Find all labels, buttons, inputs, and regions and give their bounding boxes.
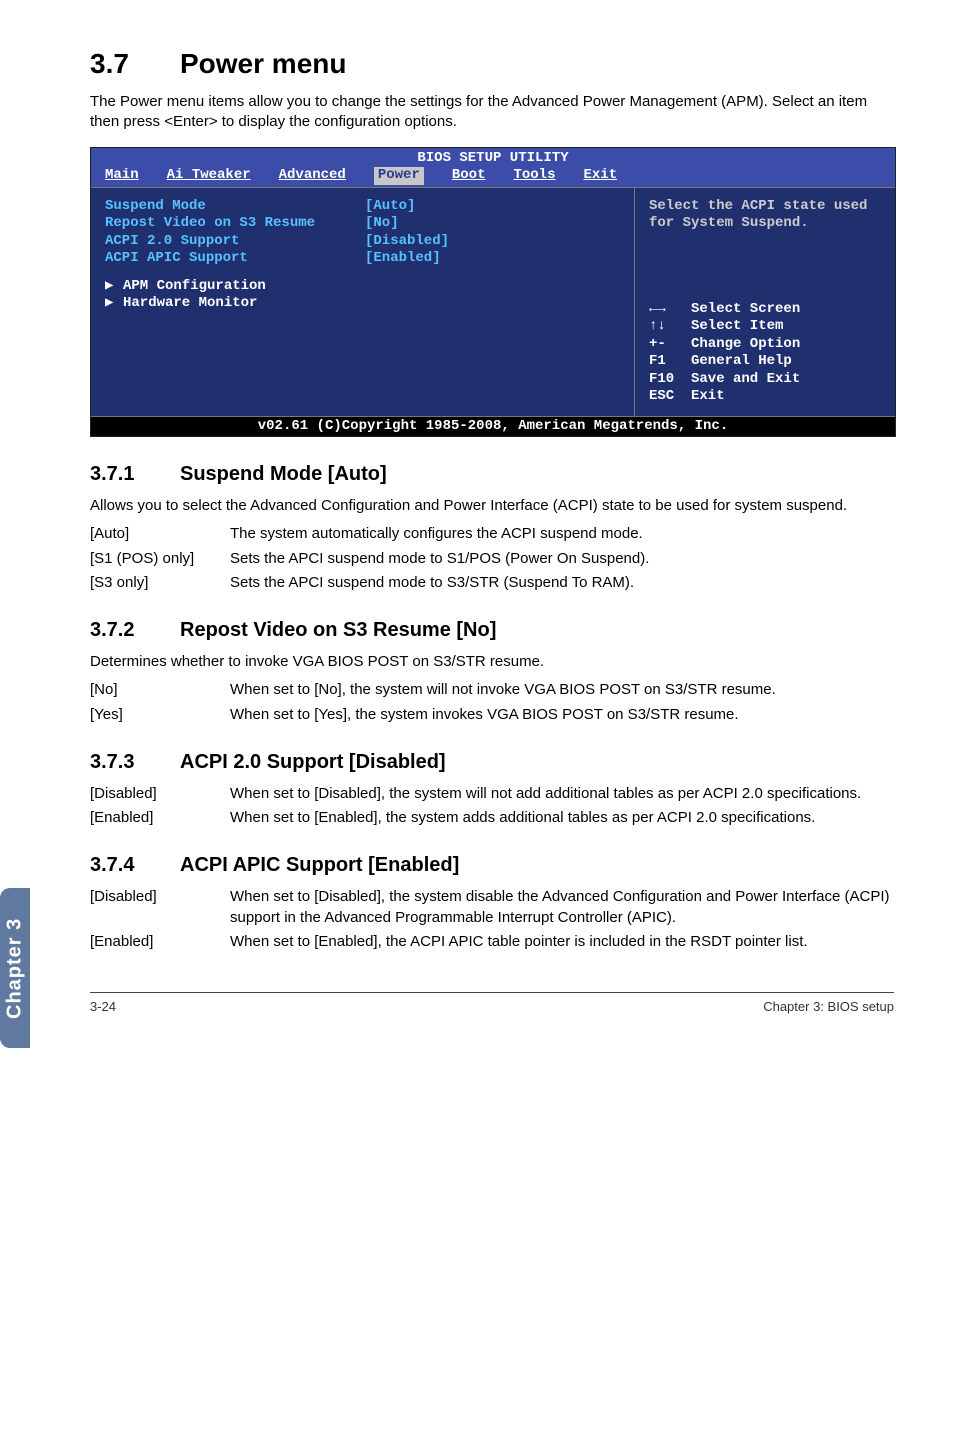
bios-sub-hwmon[interactable]: ▶ Hardware Monitor xyxy=(105,295,620,313)
option-desc: When set to [Enabled], the system adds a… xyxy=(230,808,894,828)
bios-item-repost[interactable]: Repost Video on S3 Resume [No] xyxy=(105,215,620,233)
key-desc: Exit xyxy=(691,388,725,404)
option-desc: When set to [No], the system will not in… xyxy=(230,680,894,700)
bios-sub-label: APM Configuration xyxy=(123,278,266,296)
key-desc: Select Screen xyxy=(691,301,800,317)
bios-menu-aitweaker[interactable]: Ai Tweaker xyxy=(167,167,251,185)
option-key: [Enabled] xyxy=(90,932,230,952)
bios-menu-main[interactable]: Main xyxy=(105,167,139,185)
option-row: [Yes]When set to [Yes], the system invok… xyxy=(90,705,894,725)
option-row: [Disabled]When set to [Disabled], the sy… xyxy=(90,784,894,804)
subsection-heading: 3.7.3ACPI 2.0 Support [Disabled] xyxy=(90,751,894,774)
bios-item-label: Suspend Mode xyxy=(105,198,365,216)
bios-item-suspend[interactable]: Suspend Mode [Auto] xyxy=(105,198,620,216)
option-row: [S1 (POS) only]Sets the APCI suspend mod… xyxy=(90,549,894,569)
bios-item-label: ACPI 2.0 Support xyxy=(105,233,365,251)
option-row: [Enabled]When set to [Enabled], the ACPI… xyxy=(90,932,894,952)
option-row: [No]When set to [No], the system will no… xyxy=(90,680,894,700)
option-key: [S3 only] xyxy=(90,573,230,593)
bios-item-value: [Enabled] xyxy=(365,250,441,268)
bios-item-acpi20[interactable]: ACPI 2.0 Support [Disabled] xyxy=(105,233,620,251)
bios-sub-label: Hardware Monitor xyxy=(123,295,257,313)
subsection-paragraph: Determines whether to invoke VGA BIOS PO… xyxy=(90,652,894,672)
subsection-title: ACPI 2.0 Support [Disabled] xyxy=(180,751,446,773)
bios-item-label: Repost Video on S3 Resume xyxy=(105,215,365,233)
option-row: [Enabled]When set to [Enabled], the syst… xyxy=(90,808,894,828)
subsection-heading: 3.7.2Repost Video on S3 Resume [No] xyxy=(90,619,894,642)
option-desc: Sets the APCI suspend mode to S3/STR (Su… xyxy=(230,573,894,593)
subsection-heading: 3.7.1Suspend Mode [Auto] xyxy=(90,463,894,486)
option-key: [S1 (POS) only] xyxy=(90,549,230,569)
option-row: [Disabled]When set to [Disabled], the sy… xyxy=(90,887,894,928)
triangle-right-icon: ▶ xyxy=(105,295,123,313)
key-esc: ESC xyxy=(649,388,691,406)
intro-paragraph: The Power menu items allow you to change… xyxy=(90,92,894,133)
bios-menu-power[interactable]: Power xyxy=(374,167,424,185)
key-arrows-ud-icon: ↑↓ xyxy=(649,318,691,336)
key-desc: General Help xyxy=(691,353,792,369)
option-key: [Disabled] xyxy=(90,784,230,804)
option-row: [Auto]The system automatically configure… xyxy=(90,524,894,544)
bios-title: BIOS SETUP UTILITY xyxy=(91,148,895,168)
subsection-number: 3.7.1 xyxy=(90,463,180,486)
triangle-right-icon: ▶ xyxy=(105,278,123,296)
bios-menu-advanced[interactable]: Advanced xyxy=(279,167,346,185)
option-desc: When set to [Yes], the system invokes VG… xyxy=(230,705,894,725)
option-key: [Yes] xyxy=(90,705,230,725)
key-plusminus-icon: +- xyxy=(649,336,691,354)
subsection-number: 3.7.4 xyxy=(90,854,180,877)
section-number: 3.7 xyxy=(90,48,180,80)
option-key: [Enabled] xyxy=(90,808,230,828)
bios-left-pane: Suspend Mode [Auto] Repost Video on S3 R… xyxy=(91,187,635,417)
bios-help-text: Select the ACPI state used for System Su… xyxy=(649,198,881,233)
option-key: [No] xyxy=(90,680,230,700)
key-desc: Save and Exit xyxy=(691,371,800,387)
key-f10: F10 xyxy=(649,371,691,389)
subsection-paragraph: Allows you to select the Advanced Config… xyxy=(90,496,894,516)
bios-item-acpiapic[interactable]: ACPI APIC Support [Enabled] xyxy=(105,250,620,268)
bios-menu-tools[interactable]: Tools xyxy=(513,167,555,185)
option-key: [Auto] xyxy=(90,524,230,544)
option-key: [Disabled] xyxy=(90,887,230,928)
bios-item-label: ACPI APIC Support xyxy=(105,250,365,268)
key-desc: Select Item xyxy=(691,318,783,334)
subsection-number: 3.7.3 xyxy=(90,751,180,774)
option-desc: When set to [Enabled], the ACPI APIC tab… xyxy=(230,932,894,952)
section-heading: 3.7Power menu xyxy=(90,48,894,80)
bios-right-pane: Select the ACPI state used for System Su… xyxy=(635,187,895,417)
option-row: [S3 only]Sets the APCI suspend mode to S… xyxy=(90,573,894,593)
bios-sub-apm[interactable]: ▶ APM Configuration xyxy=(105,278,620,296)
subsection-title: Repost Video on S3 Resume [No] xyxy=(180,619,496,641)
option-desc: When set to [Disabled], the system will … xyxy=(230,784,894,804)
option-desc: Sets the APCI suspend mode to S1/POS (Po… xyxy=(230,549,894,569)
bios-menu-boot[interactable]: Boot xyxy=(452,167,486,185)
bios-key-legend: ←→Select Screen ↑↓Select Item +-Change O… xyxy=(649,301,881,406)
bios-item-value: [Disabled] xyxy=(365,233,449,251)
key-desc: Change Option xyxy=(691,336,800,352)
bios-window: BIOS SETUP UTILITY Main Ai Tweaker Advan… xyxy=(90,147,896,438)
page-footer: 3-24 Chapter 3: BIOS setup xyxy=(90,992,894,1014)
bios-footer: v02.61 (C)Copyright 1985-2008, American … xyxy=(91,417,895,437)
bios-menu-exit[interactable]: Exit xyxy=(583,167,617,185)
bios-item-value: [No] xyxy=(365,215,399,233)
subsection-title: Suspend Mode [Auto] xyxy=(180,463,387,485)
bios-menu-bar[interactable]: Main Ai Tweaker Advanced Power Boot Tool… xyxy=(91,167,895,187)
subsection-title: ACPI APIC Support [Enabled] xyxy=(180,854,459,876)
page-number: 3-24 xyxy=(90,999,116,1014)
option-desc: The system automatically configures the … xyxy=(230,524,894,544)
bios-item-value: [Auto] xyxy=(365,198,415,216)
footer-chapter: Chapter 3: BIOS setup xyxy=(763,999,894,1014)
key-f1: F1 xyxy=(649,353,691,371)
subsection-number: 3.7.2 xyxy=(90,619,180,642)
chapter-side-tab: Chapter 3 xyxy=(0,888,30,1048)
subsection-heading: 3.7.4ACPI APIC Support [Enabled] xyxy=(90,854,894,877)
section-title: Power menu xyxy=(180,48,346,79)
key-arrows-lr-icon: ←→ xyxy=(649,301,691,319)
option-desc: When set to [Disabled], the system disab… xyxy=(230,887,894,928)
